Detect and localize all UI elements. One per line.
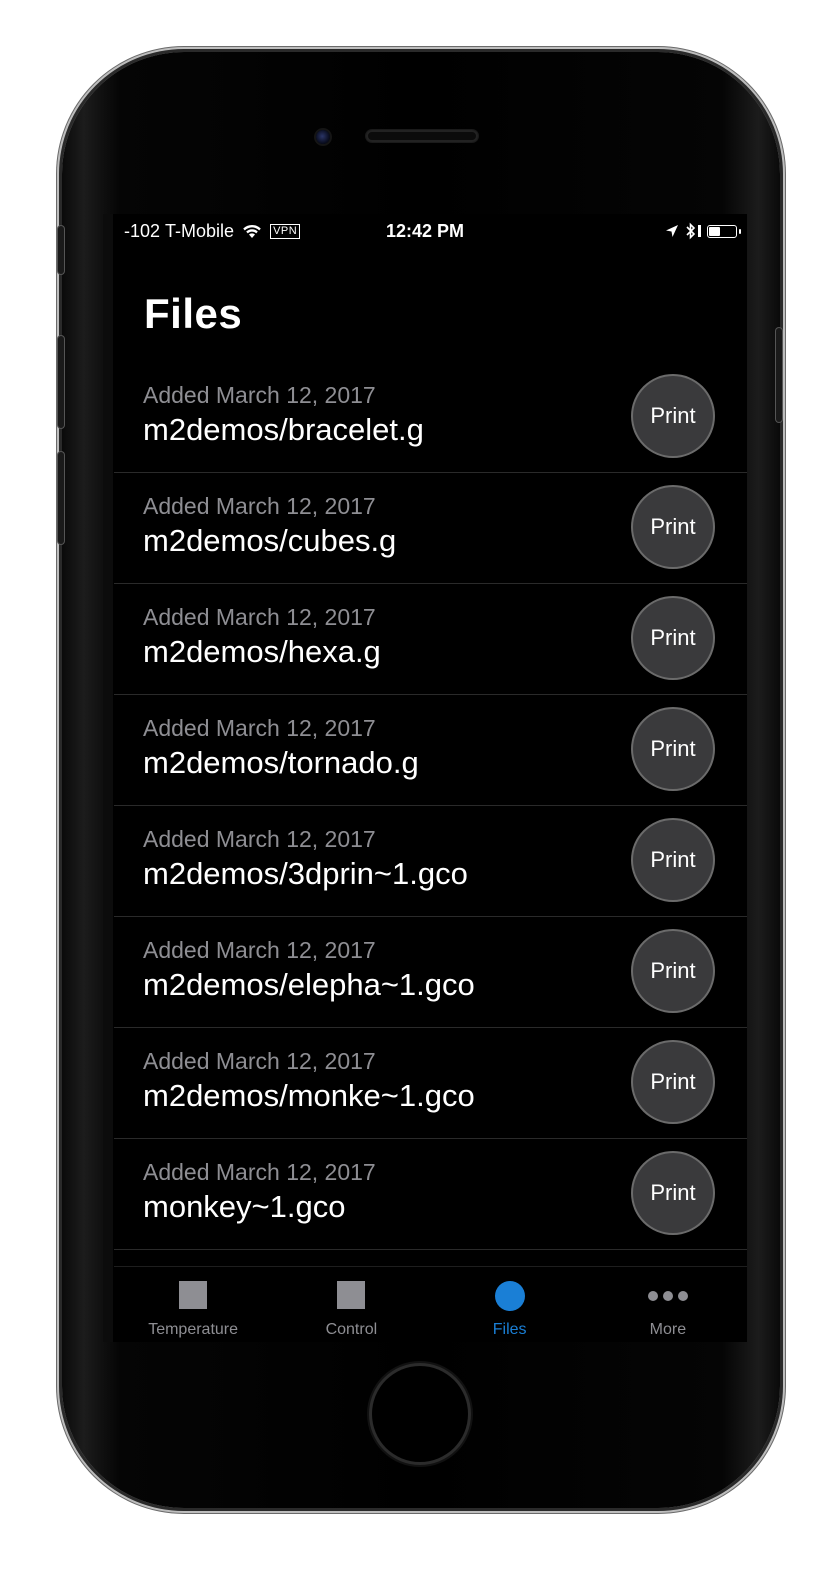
file-date: Added March 12, 2017	[143, 937, 376, 963]
file-name: m2demos/monke~1.gco	[143, 1078, 475, 1113]
file-row[interactable]: Added March 12, 2017 m2demos/cubes.g Pri…	[114, 473, 747, 584]
screen-edge	[103, 214, 113, 1342]
file-row[interactable]: Added March 12, 2017 m2demos/monke~1.gco…	[114, 1028, 747, 1139]
page-title: Files	[144, 290, 243, 337]
screen: -102 T-Mobile VPN 12:42 PM Files Added M…	[103, 214, 747, 1342]
file-date: Added March 12, 2017	[143, 1048, 376, 1074]
tab-bar: Temperature Control Files More	[114, 1266, 747, 1342]
tab-more[interactable]: More	[589, 1267, 747, 1342]
more-dots-icon	[647, 1291, 688, 1301]
print-button[interactable]: Print	[633, 709, 713, 789]
file-name: m2demos/tornado.g	[143, 745, 419, 780]
print-button[interactable]: Print	[633, 820, 713, 900]
print-button[interactable]: Print	[633, 376, 713, 456]
print-button[interactable]: Print	[633, 931, 713, 1011]
charging-indicator-icon	[698, 225, 701, 237]
file-name: m2demos/bracelet.g	[143, 412, 424, 447]
file-date: Added March 12, 2017	[143, 382, 376, 408]
location-arrow-icon	[665, 224, 679, 238]
front-camera	[316, 130, 330, 144]
print-button[interactable]: Print	[633, 598, 713, 678]
status-time: 12:42 PM	[385, 221, 465, 241]
print-button[interactable]: Print	[633, 1153, 713, 1233]
file-name: m2demos/elepha~1.gco	[143, 967, 475, 1002]
file-row[interactable]: Added March 12, 2017 m2demos/bracelet.g …	[114, 362, 747, 473]
file-row[interactable]: Added March 12, 2017 m2demos/3dprin~1.gc…	[114, 806, 747, 917]
tab-label: Control	[325, 1321, 378, 1338]
circle-icon	[494, 1281, 525, 1311]
volume-down-button	[58, 452, 64, 544]
file-row[interactable]: Added March 12, 2017 m2demos/elepha~1.gc…	[114, 917, 747, 1028]
file-date: Added March 12, 2017	[143, 826, 376, 852]
file-name: monkey~1.gco	[143, 1189, 346, 1224]
status-bar: -102 T-Mobile VPN 12:42 PM	[103, 214, 747, 248]
file-name: m2demos/3dprin~1.gco	[143, 856, 468, 891]
power-button	[776, 328, 782, 422]
tab-control[interactable]: Control	[272, 1267, 430, 1342]
mute-switch	[58, 226, 64, 274]
earpiece-speaker	[366, 130, 478, 142]
bluetooth-icon	[685, 222, 696, 240]
battery-icon	[707, 224, 741, 238]
file-date: Added March 12, 2017	[143, 1159, 376, 1185]
file-name: m2demos/cubes.g	[143, 523, 397, 558]
status-right	[665, 222, 741, 240]
print-button[interactable]: Print	[633, 1042, 713, 1122]
tab-label: Temperature	[148, 1321, 239, 1338]
file-date: Added March 12, 2017	[143, 604, 376, 630]
file-list: Added March 12, 2017 m2demos/bracelet.g …	[114, 362, 747, 1250]
file-date: Added March 12, 2017	[143, 715, 376, 741]
square-icon	[337, 1281, 366, 1309]
print-button[interactable]: Print	[633, 487, 713, 567]
file-date: Added March 12, 2017	[143, 493, 376, 519]
file-row[interactable]: Added March 12, 2017 monkey~1.gco Print	[114, 1139, 747, 1250]
square-icon	[179, 1281, 208, 1309]
volume-up-button	[58, 336, 64, 428]
tab-files[interactable]: Files	[431, 1267, 589, 1342]
tab-temperature[interactable]: Temperature	[114, 1267, 272, 1342]
tab-label: More	[649, 1321, 687, 1338]
home-button[interactable]	[372, 1366, 468, 1462]
file-name: m2demos/hexa.g	[143, 634, 381, 669]
battery-fill	[709, 226, 720, 236]
file-row[interactable]: Added March 12, 2017 m2demos/tornado.g P…	[114, 695, 747, 806]
tab-label: Files	[492, 1321, 527, 1338]
file-row[interactable]: Added March 12, 2017 m2demos/hexa.g Prin…	[114, 584, 747, 695]
